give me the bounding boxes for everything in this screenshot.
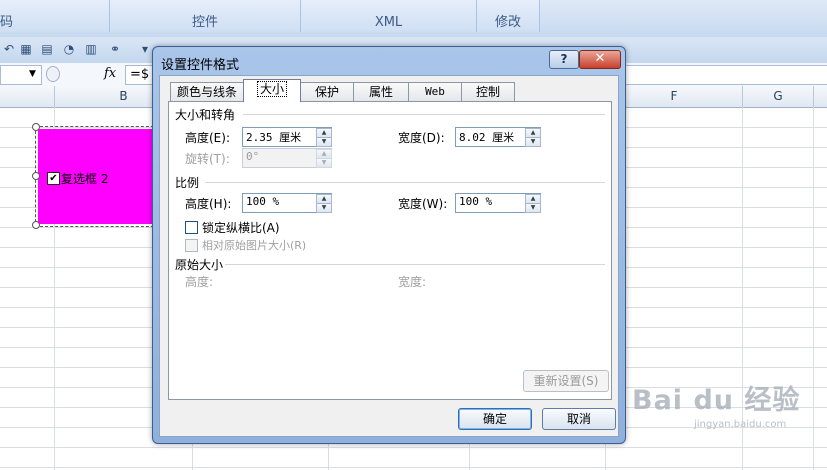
- rotate-label: 旋转(T):: [185, 152, 230, 166]
- column-header-g[interactable]: G: [743, 86, 814, 107]
- ribbon-group-controls[interactable]: 控件: [110, 0, 301, 32]
- spin-buttons[interactable]: ▲ ▼: [316, 194, 332, 213]
- separator: [205, 182, 605, 183]
- link-icon[interactable]: ⚭: [108, 42, 122, 56]
- scale-height-value: 100 %: [246, 195, 280, 208]
- help-button[interactable]: ?: [549, 50, 579, 69]
- spin-down-icon[interactable]: ▼: [316, 203, 332, 213]
- grid-icon[interactable]: ▦: [19, 42, 33, 56]
- original-height-label: 高度:: [185, 275, 214, 289]
- chevron-down-icon[interactable]: ▼: [29, 69, 36, 79]
- ribbon-group-label: 码: [0, 15, 14, 30]
- properties-icon[interactable]: ▤: [40, 42, 54, 56]
- ribbon-group-label: 控件: [191, 15, 218, 30]
- ribbon-group-xml[interactable]: XML: [301, 0, 477, 32]
- rotate-value: 0°: [246, 150, 260, 163]
- section-title: 大小和转角: [175, 108, 236, 122]
- tab-colors-lines[interactable]: 颜色与线条: [170, 82, 244, 101]
- spin-down-icon[interactable]: ▼: [525, 203, 541, 213]
- tab-size-label: 大小: [256, 81, 287, 97]
- resize-handle[interactable]: [32, 123, 40, 131]
- tab-web[interactable]: Web: [408, 82, 462, 101]
- lock-aspect-checkbox[interactable]: [185, 221, 198, 234]
- watermark-url: jingyan.baidu.com: [694, 419, 787, 430]
- close-button[interactable]: ✕: [579, 50, 621, 69]
- column-header-a[interactable]: [0, 86, 55, 107]
- ribbon: 码 控件 XML 修改: [0, 0, 827, 38]
- spin-buttons[interactable]: ▲ ▼: [525, 194, 541, 213]
- column-header-f[interactable]: F: [606, 86, 743, 107]
- spin-buttons[interactable]: ▲ ▼: [316, 128, 332, 147]
- checkbox-control[interactable]: ✔: [47, 172, 60, 185]
- scale-height-stepper[interactable]: 100 % ▲ ▼: [242, 193, 332, 213]
- spin-buttons[interactable]: ▲ ▼: [525, 128, 541, 147]
- section-title: 原始大小: [175, 258, 224, 272]
- dialog-title: 设置控件格式: [161, 58, 240, 73]
- original-width-label: 宽度:: [398, 275, 427, 289]
- scale-width-value: 100 %: [459, 195, 493, 208]
- separator: [243, 114, 605, 115]
- height-label: 高度(E):: [185, 131, 230, 145]
- format-control-dialog: 设置控件格式 ? ✕ 颜色与线条 大小 保护 属性 Web 控制 大小和转角 高…: [152, 46, 626, 444]
- tab-control[interactable]: 控制: [461, 82, 515, 101]
- tab-size[interactable]: 大小: [243, 79, 301, 102]
- height-stepper[interactable]: 2.35 厘米 ▲ ▼: [242, 127, 332, 147]
- width-stepper[interactable]: 8.02 厘米 ▲ ▼: [455, 127, 541, 147]
- reset-button[interactable]: 重新设置(S): [523, 370, 609, 392]
- tab-properties[interactable]: 属性: [353, 82, 409, 101]
- width-label: 宽度(D):: [398, 131, 445, 145]
- ok-button[interactable]: 确定: [458, 408, 532, 430]
- spin-down-icon[interactable]: ▼: [316, 158, 332, 168]
- lock-aspect-label: 锁定纵横比(A): [202, 221, 280, 235]
- rotate-stepper[interactable]: 0° ▲ ▼: [242, 148, 332, 168]
- relative-size-label: 相对原始图片大小(R): [202, 239, 307, 252]
- ribbon-group-modify[interactable]: 修改: [477, 0, 540, 32]
- cancel-button[interactable]: 取消: [542, 408, 616, 430]
- cancel-formula-icon[interactable]: [46, 66, 60, 82]
- watermark-logo: Bai du 经验: [632, 385, 801, 416]
- dialog-body: 颜色与线条 大小 保护 属性 Web 控制 大小和转角 高度(E): 2.35 …: [159, 75, 619, 437]
- spin-down-icon[interactable]: ▼: [525, 137, 541, 147]
- width-value: 8.02 厘米: [459, 131, 515, 144]
- scale-height-label: 高度(H):: [185, 197, 232, 211]
- checkbox-label: 复选框 2: [61, 172, 109, 186]
- height-value: 2.35 厘米: [246, 131, 302, 144]
- watermark: Bai du 经验 jingyan.baidu.com: [632, 378, 800, 430]
- name-box[interactable]: ▼: [0, 65, 42, 85]
- ribbon-group-label: 修改: [494, 15, 521, 30]
- grid-line: [0, 467, 827, 468]
- spin-buttons[interactable]: ▲ ▼: [316, 149, 332, 168]
- relative-size-checkbox[interactable]: [185, 239, 198, 252]
- table-icon[interactable]: ▥: [84, 42, 98, 56]
- scale-width-stepper[interactable]: 100 % ▲ ▼: [455, 193, 541, 213]
- section-title: 比例: [175, 176, 200, 190]
- resize-handle[interactable]: [32, 221, 40, 229]
- ribbon-group-code[interactable]: 码: [0, 0, 110, 32]
- resize-handle[interactable]: [32, 172, 40, 180]
- print-preview-icon[interactable]: ◔: [62, 42, 76, 56]
- spin-down-icon[interactable]: ▼: [316, 137, 332, 147]
- insert-function-icon[interactable]: fx: [104, 66, 116, 81]
- grid-line: [813, 107, 814, 470]
- tab-panel-size: 大小和转角 高度(E): 2.35 厘米 ▲ ▼ 宽度(D): 8.02 厘米 …: [168, 101, 612, 400]
- ribbon-group-label: XML: [374, 15, 403, 30]
- tab-protection[interactable]: 保护: [300, 82, 354, 101]
- separator: [225, 264, 605, 265]
- customize-toolbar-icon[interactable]: ▾: [138, 42, 152, 56]
- grid-line: [0, 447, 827, 448]
- undo-icon[interactable]: ↶: [2, 42, 16, 56]
- scale-width-label: 宽度(W):: [398, 197, 448, 211]
